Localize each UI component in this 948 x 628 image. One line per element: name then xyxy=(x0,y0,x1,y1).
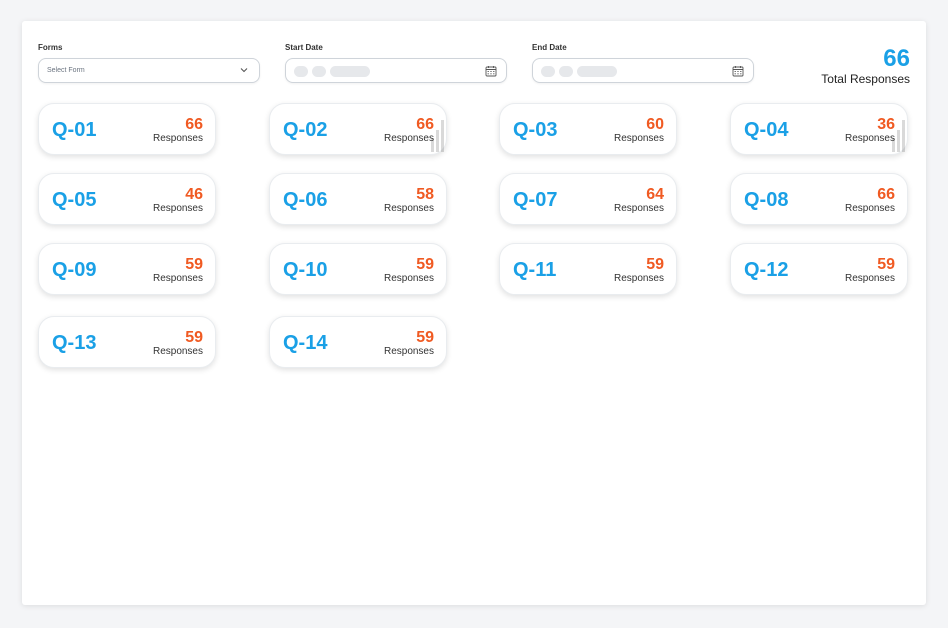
response-count: 59 xyxy=(877,256,895,273)
question-id: Q-12 xyxy=(744,259,789,281)
response-count: 60 xyxy=(646,116,664,133)
start-date-label: Start Date xyxy=(285,43,323,52)
end-date-filter: End Date xyxy=(532,43,754,83)
response-label: Responses xyxy=(613,203,664,214)
response-count: 66 xyxy=(185,116,203,133)
response-label: Responses xyxy=(844,133,895,144)
total-responses-label: Total Responses xyxy=(821,72,910,86)
response-label: Responses xyxy=(152,346,203,357)
end-date-input[interactable] xyxy=(532,58,754,83)
question-card[interactable]: Q-12 59 Responses xyxy=(730,243,908,295)
total-responses: 66 Total Responses xyxy=(821,45,910,87)
question-card[interactable]: Q-11 59 Responses xyxy=(499,243,677,295)
response-count: 64 xyxy=(646,186,664,203)
response-label: Responses xyxy=(844,273,895,284)
response-label: Responses xyxy=(383,133,434,144)
question-id: Q-04 xyxy=(744,119,789,141)
response-count: 58 xyxy=(416,186,434,203)
question-card[interactable]: Q-03 60 Responses xyxy=(499,103,677,155)
question-id: Q-09 xyxy=(52,259,97,281)
dashboard-panel: Forms Select Form Start Date End Date 66… xyxy=(22,21,926,605)
response-count: 46 xyxy=(185,186,203,203)
question-card[interactable]: Q-14 59 Responses xyxy=(269,316,447,368)
question-id: Q-01 xyxy=(52,119,97,141)
response-label: Responses xyxy=(383,203,434,214)
question-id: Q-14 xyxy=(283,332,328,354)
forms-placeholder: Select Form xyxy=(47,67,85,74)
response-count: 66 xyxy=(877,186,895,203)
start-date-filter: Start Date xyxy=(285,43,507,83)
response-count: 59 xyxy=(185,256,203,273)
question-card[interactable]: Q-07 64 Responses xyxy=(499,173,677,225)
end-date-label: End Date xyxy=(532,43,567,52)
start-date-input[interactable] xyxy=(285,58,507,83)
forms-label: Forms xyxy=(38,43,63,52)
response-count: 59 xyxy=(646,256,664,273)
response-label: Responses xyxy=(613,273,664,284)
question-card[interactable]: Q-08 66 Responses xyxy=(730,173,908,225)
question-card[interactable]: Q-02 66 Responses xyxy=(269,103,447,155)
question-id: Q-11 xyxy=(513,259,557,281)
question-id: Q-06 xyxy=(283,189,328,211)
question-id: Q-10 xyxy=(283,259,328,281)
forms-filter: Forms Select Form xyxy=(38,43,260,83)
question-card[interactable]: Q-05 46 Responses xyxy=(38,173,216,225)
question-id: Q-05 xyxy=(52,189,97,211)
response-label: Responses xyxy=(383,273,434,284)
response-count: 59 xyxy=(416,329,434,346)
question-card[interactable]: Q-06 58 Responses xyxy=(269,173,447,225)
question-card[interactable]: Q-01 66 Responses xyxy=(38,103,216,155)
end-date-value-blurred xyxy=(541,66,617,77)
question-card[interactable]: Q-10 59 Responses xyxy=(269,243,447,295)
question-id: Q-07 xyxy=(513,189,558,211)
question-card[interactable]: Q-09 59 Responses xyxy=(38,243,216,295)
question-id: Q-13 xyxy=(52,332,97,354)
response-label: Responses xyxy=(152,203,203,214)
total-responses-value: 66 xyxy=(883,45,910,72)
question-id: Q-02 xyxy=(283,119,328,141)
response-label: Responses xyxy=(613,133,664,144)
bar-chart-icon xyxy=(431,120,444,152)
forms-select[interactable]: Select Form xyxy=(38,58,260,83)
calendar-icon[interactable] xyxy=(485,65,497,77)
chevron-down-icon xyxy=(240,68,248,73)
response-count: 59 xyxy=(185,329,203,346)
question-card[interactable]: Q-04 36 Responses xyxy=(730,103,908,155)
question-id: Q-03 xyxy=(513,119,558,141)
response-label: Responses xyxy=(152,273,203,284)
start-date-value-blurred xyxy=(294,66,370,77)
question-card[interactable]: Q-13 59 Responses xyxy=(38,316,216,368)
response-label: Responses xyxy=(152,133,203,144)
bar-chart-icon xyxy=(892,120,905,152)
question-id: Q-08 xyxy=(744,189,789,211)
calendar-icon[interactable] xyxy=(732,65,744,77)
response-label: Responses xyxy=(844,203,895,214)
response-label: Responses xyxy=(383,346,434,357)
response-count: 59 xyxy=(416,256,434,273)
